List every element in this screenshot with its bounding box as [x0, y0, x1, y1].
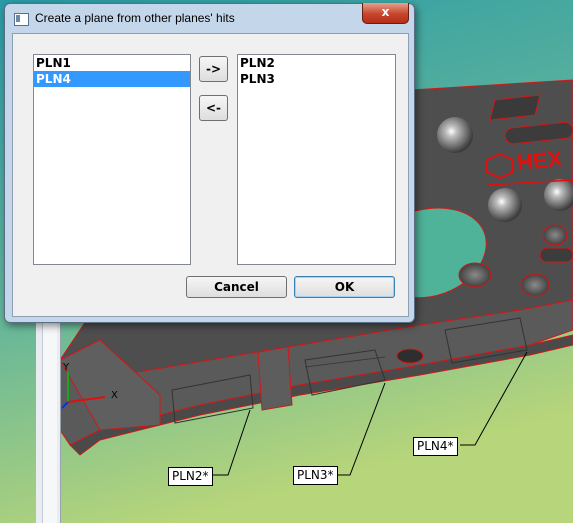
window-icon	[14, 13, 29, 26]
dialog-titlebar[interactable]: Create a plane from other planes' hits x	[5, 3, 414, 32]
create-plane-dialog: Create a plane from other planes' hits x…	[4, 3, 415, 323]
part-slot-2	[539, 247, 573, 263]
part-block	[257, 346, 293, 411]
close-button[interactable]: x	[362, 3, 409, 24]
available-planes-list[interactable]: PLN1 PLN4	[33, 54, 191, 265]
part-sphere-1	[437, 117, 473, 153]
list-item-pln2[interactable]: PLN2	[238, 55, 395, 71]
close-icon: x	[381, 5, 390, 19]
callout-pln2[interactable]: PLN2*	[168, 467, 213, 486]
part-hole-2	[520, 273, 550, 297]
axis-y-label: Y	[62, 362, 70, 373]
left-panel-scrollbar[interactable]	[42, 300, 57, 523]
part-hole-1	[458, 262, 492, 288]
axis-x-label: X	[111, 390, 118, 401]
part-logo-text: HEX	[516, 146, 564, 175]
selected-planes-list[interactable]: PLN2 PLN3	[237, 54, 396, 265]
list-item-pln1[interactable]: PLN1	[34, 55, 190, 71]
move-right-button[interactable]: ->	[199, 56, 228, 82]
cancel-button[interactable]: Cancel	[186, 276, 287, 298]
dialog-body: PLN1 PLN4 -> <- PLN2 PLN3 Cancel OK	[12, 33, 409, 317]
callout-pln4[interactable]: PLN4*	[413, 437, 458, 456]
dialog-title: Create a plane from other planes' hits	[35, 11, 235, 25]
move-left-button[interactable]: <-	[199, 95, 228, 121]
callout-pln3[interactable]: PLN3*	[293, 466, 338, 485]
part-sphere-2	[488, 188, 522, 222]
ok-button[interactable]: OK	[294, 276, 395, 298]
list-item-pln3[interactable]: PLN3	[238, 71, 395, 87]
list-item-pln4[interactable]: PLN4	[34, 71, 190, 87]
part-hole-3	[542, 224, 568, 246]
part-front-hole	[396, 348, 424, 364]
